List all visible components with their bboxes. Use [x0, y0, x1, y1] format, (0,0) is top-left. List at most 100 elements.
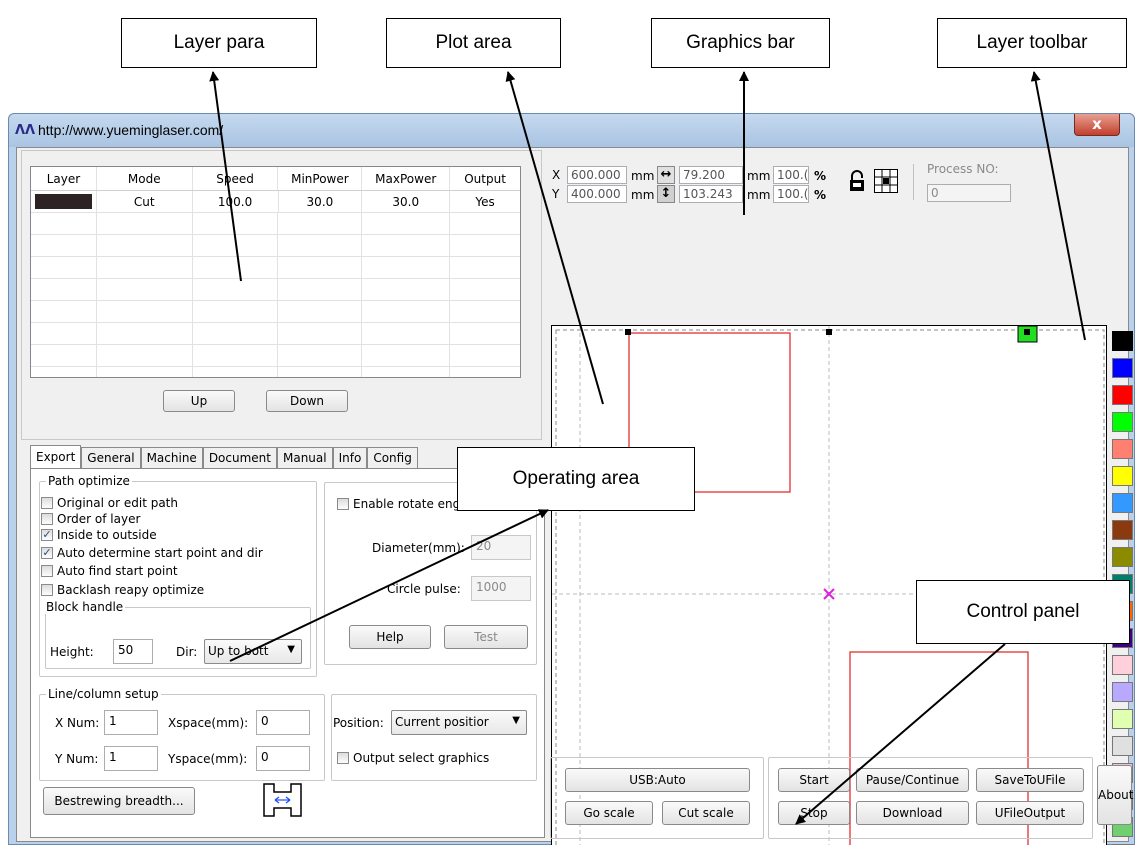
ynum-input[interactable]: 1: [104, 746, 158, 771]
palette-color-swatch[interactable]: [1112, 466, 1133, 486]
callout-layer-para: Layer para: [121, 18, 317, 68]
palette-color-swatch[interactable]: [1112, 331, 1133, 351]
height-unit-label: mm: [747, 188, 771, 202]
layer-table[interactable]: Layer Mode Speed MinPower MaxPower Outpu…: [30, 166, 521, 378]
usb-auto-button[interactable]: USB:Auto: [565, 768, 750, 792]
tab-config[interactable]: Config: [367, 447, 418, 469]
palette-color-swatch[interactable]: [1112, 412, 1133, 432]
auto-find-start-checkbox[interactable]: [41, 565, 53, 577]
block-handle-title: Block handle: [44, 600, 126, 614]
layer-down-button[interactable]: Down: [266, 390, 348, 412]
output-select-checkbox[interactable]: [337, 752, 349, 764]
xspace-input[interactable]: 0: [256, 710, 310, 735]
callout-control-panel: Control panel: [916, 580, 1130, 644]
order-of-layer-checkbox[interactable]: [41, 513, 53, 525]
circle-pulse-input[interactable]: 1000: [471, 576, 531, 601]
height-label: Height:: [50, 645, 94, 659]
pause-continue-button[interactable]: Pause/Continue: [856, 768, 969, 792]
cut-scale-button[interactable]: Cut scale: [662, 801, 750, 825]
go-scale-button[interactable]: Go scale: [565, 801, 653, 825]
column-header-mode: Mode: [97, 167, 193, 190]
help-button[interactable]: Help: [349, 625, 431, 649]
download-button[interactable]: Download: [856, 801, 969, 825]
layer-output: Yes: [475, 195, 495, 209]
scale-y-input[interactable]: 100.(: [773, 185, 809, 203]
palette-color-swatch[interactable]: [1112, 736, 1133, 756]
auto-determine-start-checkbox[interactable]: ✓: [41, 547, 53, 559]
option-enable-rotate[interactable]: Enable rotate engr: [337, 497, 465, 511]
option-inside-to-outside[interactable]: ✓ Inside to outside: [41, 528, 157, 542]
palette-color-swatch[interactable]: [1112, 520, 1133, 540]
scale-x-input[interactable]: 100.(: [773, 166, 809, 184]
tab-manual[interactable]: Manual: [276, 447, 333, 469]
table-row[interactable]: Cut 100.0 30.0 30.0 Yes: [31, 191, 520, 213]
stop-button[interactable]: Stop: [778, 801, 850, 825]
close-button[interactable]: x: [1074, 114, 1120, 136]
table-row-empty: [31, 257, 520, 279]
scale-x-percent: %: [814, 169, 827, 183]
xnum-input[interactable]: 1: [104, 710, 158, 735]
width-arrow-icon: ↔: [657, 166, 675, 184]
layer-max-power: 30.0: [362, 191, 451, 212]
table-row-empty: [31, 301, 520, 323]
y-unit-label: mm: [631, 188, 655, 202]
option-auto-find-start[interactable]: Auto find start point: [41, 564, 178, 578]
process-no-input[interactable]: 0: [927, 184, 1011, 202]
start-button[interactable]: Start: [778, 768, 850, 792]
table-row-empty: [31, 323, 520, 345]
layer-up-button[interactable]: Up: [163, 390, 235, 412]
layer-min-power: 30.0: [279, 191, 363, 212]
x-position-input[interactable]: 600.000: [567, 166, 627, 184]
tab-general[interactable]: General: [81, 447, 141, 469]
app-logo-icon: ΛΛ: [15, 123, 36, 138]
title-bar: ΛΛ http://www.yueminglaser.com/ x: [9, 114, 1134, 147]
width-input[interactable]: 79.200: [679, 166, 743, 184]
about-button[interactable]: About: [1097, 765, 1133, 825]
position-anchor-grid-icon[interactable]: [874, 169, 898, 193]
inside-to-outside-checkbox[interactable]: ✓: [41, 529, 53, 541]
yspace-input[interactable]: 0: [256, 746, 310, 771]
ynum-label: Y Num:: [55, 752, 99, 766]
position-select[interactable]: Current positior ▼: [391, 710, 527, 735]
lock-ratio-icon[interactable]: [848, 170, 866, 192]
tab-info[interactable]: Info: [332, 447, 368, 469]
tab-export[interactable]: Export: [30, 445, 82, 469]
palette-color-swatch[interactable]: [1112, 655, 1133, 675]
palette-color-swatch[interactable]: [1112, 547, 1133, 567]
palette-color-swatch[interactable]: [1112, 385, 1133, 405]
direction-select[interactable]: Up to bott ▼: [204, 639, 302, 664]
palette-color-swatch[interactable]: [1112, 682, 1133, 702]
original-path-checkbox[interactable]: [41, 497, 53, 509]
ufile-output-button[interactable]: UFileOutput: [976, 801, 1084, 825]
tab-machine[interactable]: Machine: [140, 447, 203, 469]
option-backlash-optimize[interactable]: Backlash reapy optimize: [41, 583, 204, 597]
palette-color-swatch[interactable]: [1112, 709, 1133, 729]
test-button[interactable]: Test: [444, 625, 528, 649]
height-input[interactable]: 50: [113, 639, 153, 664]
tab-document[interactable]: Document: [202, 447, 277, 469]
height-size-input[interactable]: 103.243: [679, 185, 743, 203]
palette-color-swatch[interactable]: [1112, 493, 1133, 513]
x-label: X: [552, 168, 561, 182]
position-label: Position:: [333, 716, 384, 730]
option-output-select[interactable]: Output select graphics: [337, 751, 489, 765]
y-position-input[interactable]: 400.000: [567, 185, 627, 203]
option-auto-determine-start[interactable]: ✓ Auto determine start point and dir: [41, 546, 263, 560]
option-original-path[interactable]: Original or edit path: [41, 496, 178, 510]
xspace-label: Xspace(mm):: [168, 716, 249, 730]
enable-rotate-checkbox[interactable]: [337, 498, 349, 510]
save-to-ufile-button[interactable]: SaveToUFile: [976, 768, 1084, 792]
dir-label: Dir:: [176, 645, 198, 659]
circle-pulse-label: Circle pulse:: [387, 582, 461, 596]
diameter-input[interactable]: 20: [471, 535, 531, 560]
scale-y-percent: %: [814, 188, 827, 202]
bestrewing-breadth-button[interactable]: Bestrewing breadth...: [43, 787, 195, 815]
palette-color-swatch[interactable]: [1112, 439, 1133, 459]
window-title: http://www.yueminglaser.com/: [38, 122, 224, 138]
bestrewing-icon[interactable]: [262, 782, 303, 818]
option-order-of-layer[interactable]: Order of layer: [41, 512, 140, 526]
chevron-down-icon: ▼: [287, 644, 295, 655]
x-unit-label: mm: [631, 169, 655, 183]
palette-color-swatch[interactable]: [1112, 358, 1133, 378]
backlash-optimize-checkbox[interactable]: [41, 584, 53, 596]
